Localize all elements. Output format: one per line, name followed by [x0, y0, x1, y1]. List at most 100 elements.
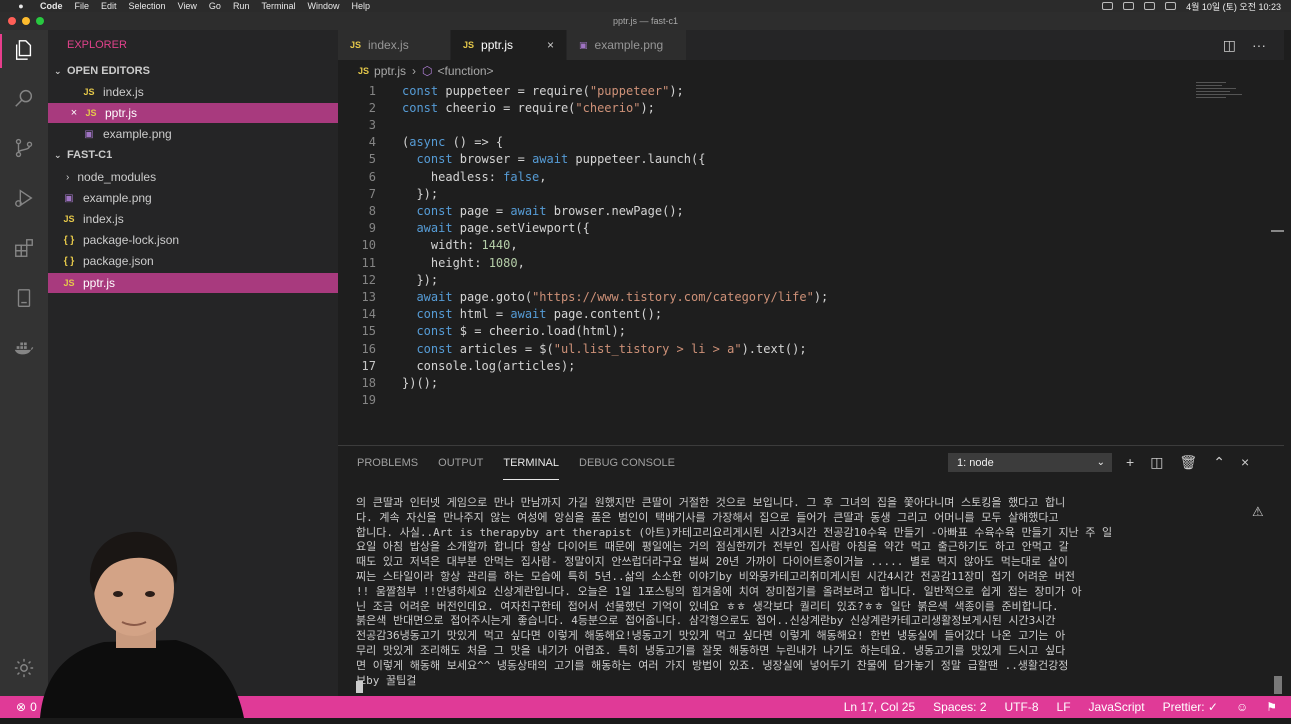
split-editor-icon[interactable]: ◫ [1223, 37, 1236, 54]
menu-selection[interactable]: Selection [129, 1, 166, 11]
feedback-icon[interactable]: ☺ [1236, 700, 1248, 714]
menu-edit[interactable]: Edit [101, 1, 117, 11]
search-icon[interactable] [12, 86, 36, 110]
file-item[interactable]: { } package.json [48, 251, 338, 271]
line-number: 14 [361, 307, 376, 322]
terminal-cursor [356, 681, 363, 693]
code-text: }); [402, 272, 439, 287]
add-terminal-icon[interactable]: + [1126, 454, 1134, 471]
open-editors-section[interactable]: ⌄ OPEN EDITORS [48, 61, 338, 81]
close-icon[interactable]: × [66, 107, 82, 119]
menu-run[interactable]: Run [233, 1, 250, 11]
code-line[interactable]: 4 (async () => { [338, 134, 1284, 151]
code-line[interactable]: 17 console.log(articles); [338, 357, 1284, 374]
prettier-status[interactable]: Prettier: ✓ [1163, 700, 1218, 714]
terminal-line: 합니다. 사실..Art is therapyby art therapist … [356, 525, 1113, 539]
tray-icon[interactable] [1102, 2, 1114, 10]
menu-file[interactable]: File [75, 1, 90, 11]
code-line[interactable]: 1 const puppeteer = require("puppeteer"); [338, 82, 1284, 99]
code-line[interactable]: 9 await page.setViewport({ [338, 220, 1284, 237]
open-editor-item[interactable]: JS index.js [48, 82, 338, 102]
file-item-selected[interactable]: JS pptr.js [48, 273, 338, 293]
more-actions-icon[interactable]: ··· [1252, 37, 1266, 53]
terminal-select[interactable]: 1: node ⌄ [948, 453, 1112, 472]
docker-icon[interactable] [12, 336, 36, 360]
maximize-panel-icon[interactable]: ⌃ [1213, 454, 1225, 471]
tray-icon[interactable] [1123, 2, 1135, 10]
code-text: const $ = cheerio.load(html); [416, 324, 626, 339]
code-line[interactable]: 8 const page = await browser.newPage(); [338, 202, 1284, 219]
zoom-window-button[interactable] [36, 17, 44, 25]
code-line[interactable]: 12 }); [338, 271, 1284, 288]
code-line[interactable]: 6 headless: false, [338, 168, 1284, 185]
end-of-line[interactable]: LF [1057, 700, 1071, 714]
cursor-position[interactable]: Ln 17, Col 25 [844, 700, 915, 714]
menu-go[interactable]: Go [209, 1, 221, 11]
tab-problems[interactable]: PROBLEMS [357, 446, 418, 480]
menu-terminal[interactable]: Terminal [261, 1, 295, 11]
code-line[interactable]: 3 [338, 116, 1284, 133]
menu-help[interactable]: Help [351, 1, 370, 11]
encoding[interactable]: UTF-8 [1005, 700, 1039, 714]
line-number: 10 [361, 238, 376, 253]
indentation[interactable]: Spaces: 2 [933, 700, 986, 714]
breadcrumb-file[interactable]: pptr.js [374, 64, 406, 78]
tab-example-png[interactable]: ▣ example.png [567, 30, 687, 60]
code-text: const articles = $("ul.list_tistory > li… [416, 341, 807, 356]
tab-index-js[interactable]: JS index.js [338, 30, 451, 60]
file-item[interactable]: ▣ example.png [48, 188, 338, 208]
terminal-scrollbar[interactable] [1274, 676, 1282, 694]
folder-section[interactable]: ⌄ FAST-C1 [48, 145, 338, 165]
battery-icon[interactable] [1144, 2, 1156, 10]
close-window-button[interactable] [8, 17, 16, 25]
code-line[interactable]: 19 [338, 392, 1284, 409]
code-line[interactable]: 15 const $ = cheerio.load(html); [338, 323, 1284, 340]
open-editor-item[interactable]: ▣ example.png [48, 124, 338, 144]
apple-icon[interactable]: ● [14, 1, 28, 11]
code-line[interactable]: 5 const browser = await puppeteer.launch… [338, 151, 1284, 168]
run-debug-icon[interactable] [12, 186, 36, 210]
code-editor[interactable]: 1 const puppeteer = require("puppeteer");… [338, 80, 1284, 445]
trash-icon[interactable]: 🗑 [1179, 454, 1197, 471]
code-text: const page = await browser.newPage(); [416, 203, 684, 218]
code-line[interactable]: 7 }); [338, 185, 1284, 202]
line-number: 15 [361, 324, 376, 339]
source-control-icon[interactable] [12, 136, 36, 160]
code-line[interactable]: 14 const html = await page.content(); [338, 306, 1284, 323]
menu-code[interactable]: Code [40, 1, 63, 11]
panel-actions: + ◫ 🗑 ⌃ × [1126, 454, 1249, 471]
code-line[interactable]: 11 height: 1080, [338, 254, 1284, 271]
explorer-icon[interactable] [12, 38, 36, 62]
folder-item[interactable]: › node_modules [48, 167, 338, 187]
tab-pptr-js[interactable]: JS pptr.js × [451, 30, 567, 60]
minimize-window-button[interactable] [22, 17, 30, 25]
tab-terminal[interactable]: TERMINAL [503, 446, 559, 480]
code-line[interactable]: 16 const articles = $("ul.list_tistory >… [338, 340, 1284, 357]
code-line[interactable]: 13 await page.goto("https://www.tistory.… [338, 288, 1284, 305]
close-panel-icon[interactable]: × [1241, 454, 1249, 471]
menu-view[interactable]: View [178, 1, 197, 11]
tab-output[interactable]: OUTPUT [438, 446, 483, 480]
language-mode[interactable]: JavaScript [1089, 700, 1145, 714]
terminal-output[interactable]: 의 큰딸과 인터넷 게임으로 만나 만남까지 가길 원했지만 큰딸이 거절한 것… [356, 496, 1256, 688]
breadcrumb-symbol[interactable]: <function> [438, 64, 494, 78]
file-item[interactable]: { } package-lock.json [48, 230, 338, 250]
code-line[interactable]: 10 width: 1440, [338, 237, 1284, 254]
close-icon[interactable]: × [547, 38, 554, 52]
open-editors-label: OPEN EDITORS [67, 65, 150, 77]
chevron-down-icon: ⌄ [1096, 457, 1105, 468]
split-terminal-icon[interactable]: ◫ [1150, 454, 1163, 471]
open-editor-item-selected[interactable]: × JS pptr.js [48, 103, 338, 123]
menu-window[interactable]: Window [307, 1, 339, 11]
file-item[interactable]: JS index.js [48, 209, 338, 229]
menubar-clock[interactable]: 4월 10일 (토) 오전 10:23 [1186, 0, 1281, 13]
wifi-icon[interactable] [1165, 2, 1177, 10]
code-line[interactable]: 18})(); [338, 374, 1284, 391]
line-number: 17 [361, 358, 376, 373]
code-line[interactable]: 2 const cheerio = require("cheerio"); [338, 99, 1284, 116]
notifications-icon[interactable]: ⚑ [1266, 700, 1277, 714]
tab-debug-console[interactable]: DEBUG CONSOLE [579, 446, 675, 480]
error-icon[interactable]: ⊗ [16, 700, 26, 714]
extensions-icon[interactable] [12, 236, 36, 260]
remote-explorer-icon[interactable] [12, 286, 36, 310]
